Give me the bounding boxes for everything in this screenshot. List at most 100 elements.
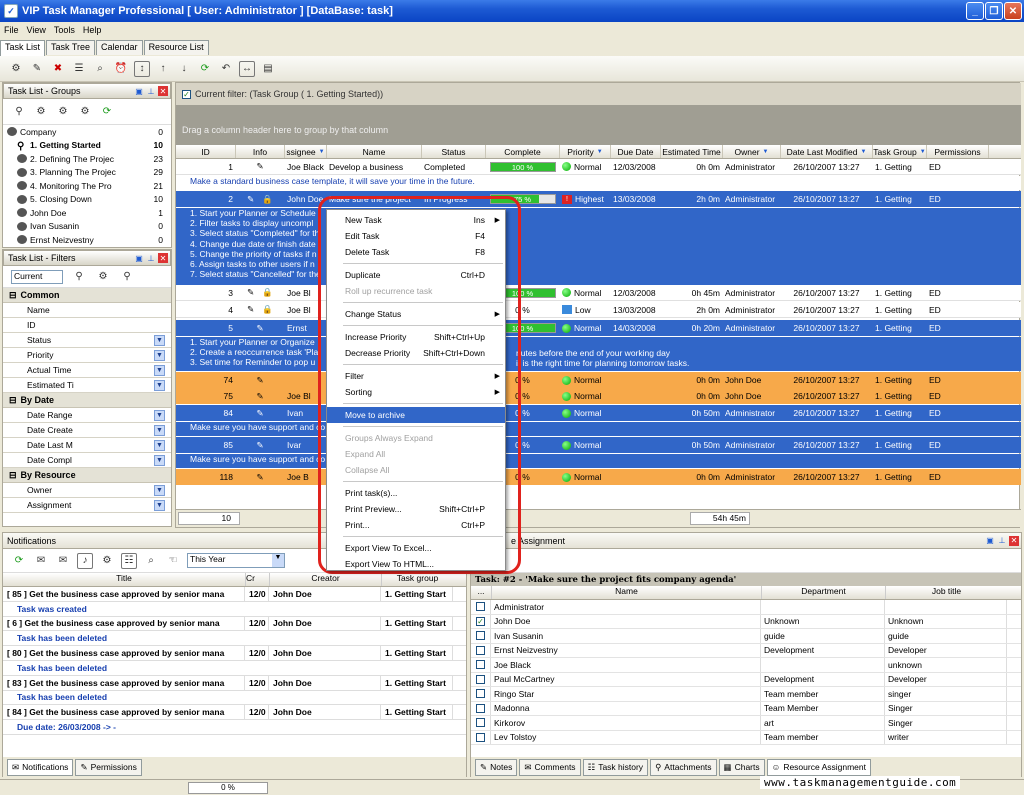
- settings-icon[interactable]: ⚙: [99, 553, 115, 569]
- filter-row[interactable]: Status ▼: [3, 333, 171, 348]
- period-select[interactable]: This Year ▼: [187, 553, 285, 568]
- tab-calendar[interactable]: Calendar: [96, 40, 143, 55]
- resource-row[interactable]: Administrator: [471, 600, 1021, 615]
- bell-icon[interactable]: ♪: [77, 552, 93, 569]
- resource-checkbox[interactable]: [476, 660, 485, 670]
- menu-item-move-to-archive[interactable]: Move to archive: [327, 407, 505, 423]
- table-row[interactable]: 5 ✎ Ernst 100 % Normal 14/03/2008 0h 20m Admini…: [176, 320, 1021, 336]
- table-row[interactable]: 118 ✎ Joe B0 % Normal 0h 0m Administrator 26/1…: [176, 469, 1021, 485]
- tab-notes[interactable]: ✎ Notes: [475, 758, 518, 776]
- collapse-icon[interactable]: ⊟: [9, 290, 17, 301]
- column-header[interactable]: Estimated Time: [661, 145, 723, 158]
- filter-add-icon[interactable]: ⚲: [71, 269, 87, 285]
- resource-checkbox[interactable]: [476, 602, 485, 612]
- add-group-icon[interactable]: ⚙: [33, 104, 49, 120]
- resource-checkbox[interactable]: [476, 689, 485, 699]
- table-row[interactable]: 3 ✎ 🔒 Joe Bl 100 % Normal 12/03/2008 0h 45m Admi…: [176, 285, 1021, 301]
- column-header[interactable]: ssignee ▼: [285, 145, 327, 158]
- menu-item-export-view-to-excel[interactable]: Export View To Excel...: [327, 540, 505, 556]
- maximize-button[interactable]: ❐: [985, 2, 1003, 20]
- menu-item-edit-task[interactable]: Edit Task F4: [327, 228, 505, 244]
- filter-section-by-resource[interactable]: ⊟ By Resource: [3, 468, 171, 483]
- reminder-icon[interactable]: ⏰: [113, 61, 129, 77]
- table-row[interactable]: 74 ✎ 0 % Normal 0h 0m John Doe 26/10/2007 13:2…: [176, 372, 1021, 388]
- column-header[interactable]: Task Group ▼: [873, 145, 927, 158]
- chevron-down-icon[interactable]: ▼: [154, 364, 165, 376]
- chevron-down-icon[interactable]: ▼: [597, 149, 603, 155]
- table-row[interactable]: 2 ✎ 🔒 John Doe Make sure the project In Progr…: [176, 191, 1021, 207]
- tree-item[interactable]: 5. Closing Down 10: [3, 193, 171, 207]
- search-notif-icon[interactable]: ⌕: [143, 553, 159, 569]
- collapse-icon[interactable]: ⊟: [9, 470, 17, 481]
- tree-item[interactable]: 2. Defining The Projec 23: [3, 152, 171, 166]
- minimize-button[interactable]: _: [966, 2, 984, 20]
- columns-icon[interactable]: ↔: [239, 60, 255, 77]
- notification-row[interactable]: [ 80 ] Get the business case approved by…: [3, 646, 466, 661]
- move-down-icon[interactable]: ↓: [176, 61, 192, 77]
- notification-row[interactable]: [ 6 ] Get the business case approved by …: [3, 616, 466, 632]
- chevron-down-icon[interactable]: ▼: [154, 349, 165, 361]
- resource-checkbox[interactable]: [476, 718, 485, 728]
- menu-tools[interactable]: Tools: [50, 25, 79, 35]
- filter-section-common[interactable]: ⊟ Common: [3, 288, 171, 303]
- menu-item-export-view-to-html[interactable]: Export View To HTML...: [327, 556, 505, 572]
- menu-item-print-task-s[interactable]: Print task(s)...: [327, 485, 505, 501]
- resource-row[interactable]: Madonna Team Member Singer: [471, 701, 1021, 716]
- col-title[interactable]: Title: [3, 573, 245, 586]
- menu-item-decrease-priority[interactable]: Decrease Priority Shift+Ctrl+Down: [327, 345, 505, 361]
- tree-item[interactable]: 4. Monitoring The Pro 21: [3, 179, 171, 193]
- table-row[interactable]: 84 ✎ Ivan 0 % Normal 0h 50m Administrator 26/10…: [176, 405, 1021, 421]
- col-creator[interactable]: Creator: [269, 573, 381, 586]
- filter-checkbox[interactable]: ✓: [182, 89, 191, 99]
- resource-row[interactable]: Lev Tolstoy Team member writer: [471, 730, 1021, 745]
- current-filter-select[interactable]: Current: [11, 269, 63, 284]
- filter-row[interactable]: Date Compl ▼: [3, 453, 171, 468]
- filter-row[interactable]: ID: [3, 318, 171, 333]
- menu-item-change-status[interactable]: Change Status ▶: [327, 306, 505, 322]
- resource-row[interactable]: ✓ John Doe Unknown Unknown: [471, 614, 1021, 629]
- tab-resource-list[interactable]: Resource List: [143, 40, 209, 55]
- tab-charts[interactable]: ▦ Charts: [718, 758, 765, 776]
- column-header[interactable]: Date Last Modified ▼: [781, 145, 873, 158]
- edit-group-icon[interactable]: ⚙: [55, 104, 71, 120]
- filter-row[interactable]: Date Range ▼: [3, 408, 171, 423]
- column-header[interactable]: Priority ▼: [560, 145, 611, 158]
- notification-row[interactable]: [ 84 ] Get the business case approved by…: [3, 705, 466, 721]
- collapse-icon[interactable]: ⊟: [9, 395, 17, 406]
- chevron-down-icon[interactable]: ▼: [154, 484, 165, 496]
- notification-row[interactable]: [ 83 ] Get the business case approved by…: [3, 675, 466, 691]
- new-task-icon[interactable]: ⚙: [8, 61, 24, 77]
- notif-task-icon[interactable]: ☷: [121, 552, 137, 569]
- chevron-down-icon[interactable]: ▼: [154, 499, 165, 511]
- move-up-icon[interactable]: ↑: [155, 61, 171, 77]
- filter-row[interactable]: Date Last M ▼: [3, 438, 171, 453]
- chevron-down-icon[interactable]: ▼: [154, 454, 165, 466]
- resource-checkbox[interactable]: [476, 645, 485, 655]
- dock-icon[interactable]: ▣: [985, 536, 995, 546]
- tree-item[interactable]: ⚲ 1. Getting Started 10: [3, 139, 171, 153]
- tab-notifications[interactable]: ✉ Notifications: [7, 758, 74, 776]
- column-header[interactable]: Name: [327, 145, 422, 158]
- filter-row[interactable]: Name: [3, 303, 171, 318]
- sort-icon[interactable]: ↕: [134, 60, 150, 77]
- tree-item[interactable]: Company 0: [3, 125, 171, 139]
- menu-item-duplicate[interactable]: Duplicate Ctrl+D: [327, 267, 505, 283]
- tab-resource-assignment[interactable]: ☺ Resource Assignment: [766, 758, 871, 776]
- chevron-down-icon[interactable]: ▼: [154, 379, 165, 391]
- filter-edit-icon[interactable]: ⚙: [95, 269, 111, 285]
- resource-checkbox[interactable]: [476, 732, 485, 742]
- tree-item[interactable]: Ivan Susanin 0: [3, 220, 171, 234]
- resource-row[interactable]: Ivan Susanin guide guide: [471, 629, 1021, 644]
- resource-checkbox[interactable]: ✓: [476, 616, 485, 626]
- column-header[interactable]: Status: [422, 145, 486, 158]
- menu-view[interactable]: View: [23, 25, 50, 35]
- resource-checkbox[interactable]: [476, 703, 485, 713]
- menu-item-increase-priority[interactable]: Increase Priority Shift+Ctrl+Up: [327, 329, 505, 345]
- refresh-icon[interactable]: ⟳: [197, 61, 213, 77]
- tab-permissions[interactable]: ✎ Permissions: [75, 758, 142, 776]
- chevron-down-icon[interactable]: ▼: [319, 149, 325, 155]
- chevron-down-icon[interactable]: ▼: [154, 439, 165, 451]
- resource-row[interactable]: Paul McCartney Development Developer: [471, 672, 1021, 687]
- col-select[interactable]: ...: [471, 586, 491, 599]
- notification-row[interactable]: [ 85 ] Get the business case approved by…: [3, 587, 466, 602]
